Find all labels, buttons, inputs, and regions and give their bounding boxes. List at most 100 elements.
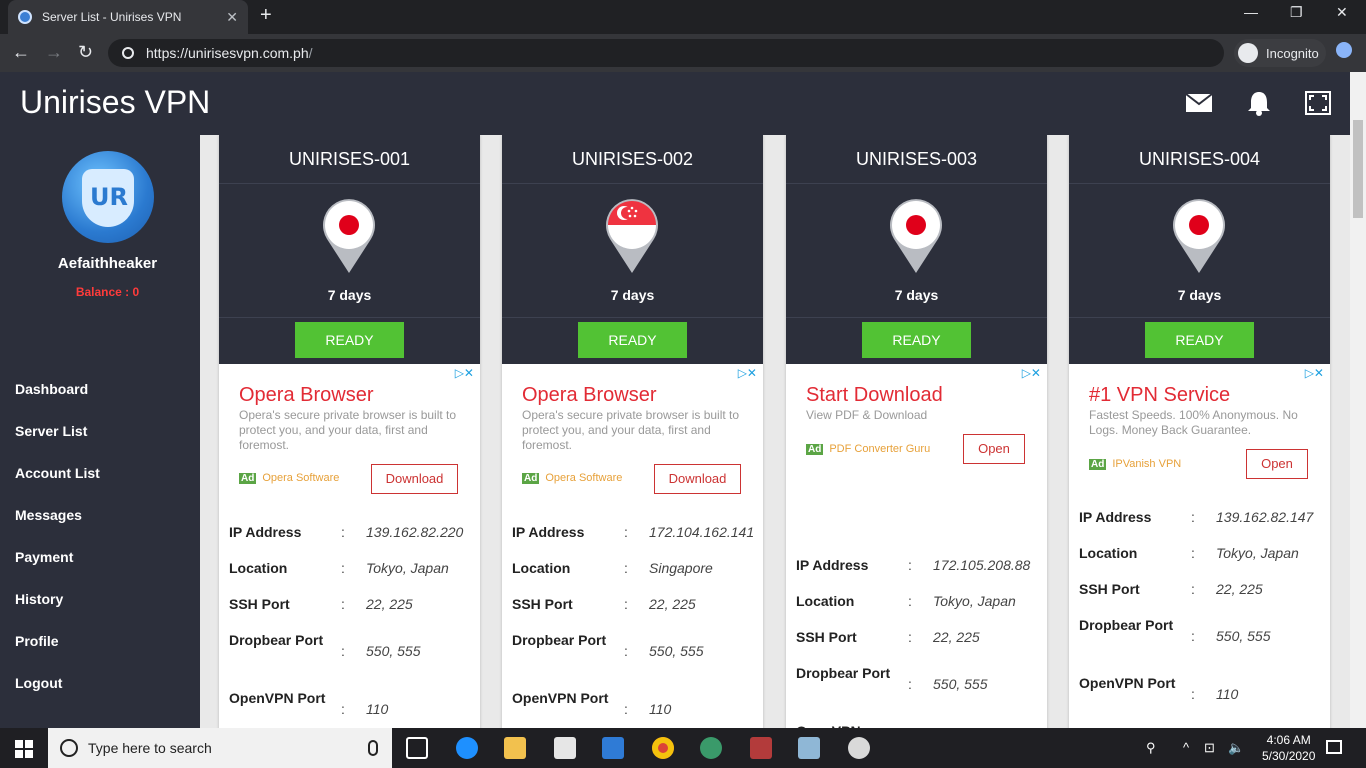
ad-title[interactable]: Opera Browser	[239, 384, 374, 407]
ad-advertiser[interactable]: Ad PDF Converter Guru	[806, 443, 930, 455]
ad-download-button[interactable]: Download	[371, 464, 458, 494]
edge-icon[interactable]	[456, 737, 478, 759]
maximize-icon[interactable]: ❐	[1290, 4, 1303, 21]
tab-close-icon[interactable]: ✕	[226, 9, 238, 26]
sidebar: UR Aefaithheaker Balance : 0 Dashboard S…	[0, 135, 200, 728]
tray-chevron-icon[interactable]: ^	[1183, 740, 1189, 755]
ad-title[interactable]: Start Download	[806, 384, 943, 407]
sidebar-item-account-list[interactable]: Account List	[15, 464, 100, 506]
fullscreen-icon[interactable]	[1304, 90, 1332, 116]
people-icon[interactable]: ⚲	[1146, 740, 1156, 756]
scrollbar-thumb[interactable]	[1353, 120, 1363, 218]
ip-value: 139.162.82.147	[1216, 509, 1314, 525]
ad-choices-icon[interactable]: ▷✕	[1022, 366, 1041, 380]
chrome-icon[interactable]	[652, 737, 674, 759]
divider	[1069, 317, 1330, 318]
location-label: Location	[512, 560, 571, 576]
mail-icon[interactable]	[1185, 90, 1213, 116]
card-header: UNIRISES-003 7 days READY	[786, 135, 1047, 364]
brand-title: Unirises VPN	[20, 84, 211, 120]
windows-start-icon[interactable]	[15, 740, 33, 758]
ip-value: 139.162.82.220	[366, 524, 464, 540]
volume-icon[interactable]: 🔈	[1228, 740, 1244, 756]
dropbear-label: Dropbear Port	[229, 632, 324, 648]
location-value: Tokyo, Japan	[1216, 545, 1299, 561]
ssh-label: SSH Port	[1079, 581, 1140, 597]
task-view-icon[interactable]	[406, 737, 428, 759]
sidebar-item-profile[interactable]: Profile	[15, 632, 100, 674]
microphone-icon[interactable]	[368, 740, 378, 756]
ssh-label: SSH Port	[512, 596, 573, 612]
ad-open-button[interactable]: Open	[963, 434, 1025, 464]
ready-button[interactable]: READY	[578, 322, 687, 358]
bell-icon[interactable]	[1245, 90, 1273, 116]
ad-download-button[interactable]: Download	[654, 464, 741, 494]
dropbear-label: Dropbear Port	[1079, 617, 1174, 633]
new-tab-icon[interactable]: +	[260, 4, 272, 27]
paint-icon[interactable]	[848, 737, 870, 759]
window-close-icon[interactable]: ✕	[1336, 4, 1348, 21]
location-label: Location	[229, 560, 288, 576]
store-icon[interactable]	[554, 737, 576, 759]
notepad-icon[interactable]	[798, 737, 820, 759]
taskbar-search[interactable]: Type here to search	[48, 728, 392, 768]
ad-block: ▷✕ Opera Browser Opera's secure private …	[502, 364, 763, 506]
balance: Balance : 0	[75, 285, 140, 299]
file-explorer-icon[interactable]	[504, 737, 526, 759]
app-icon[interactable]	[700, 737, 722, 759]
taskbar-clock[interactable]: 4:06 AM 5/30/2020	[1262, 732, 1315, 764]
location-value: Tokyo, Japan	[366, 560, 449, 576]
notification-icon[interactable]	[1326, 740, 1342, 754]
tab-title: Server List - Unirises VPN	[42, 10, 182, 24]
ready-button[interactable]: READY	[1145, 322, 1254, 358]
divider	[219, 183, 480, 184]
ready-button[interactable]: READY	[862, 322, 971, 358]
sidebar-item-server-list[interactable]: Server List	[15, 422, 100, 464]
days-remaining: 7 days	[894, 287, 939, 303]
mail-app-icon[interactable]	[602, 737, 624, 759]
openvpn-value: 110	[1216, 686, 1239, 702]
divider	[502, 317, 763, 318]
ready-button[interactable]: READY	[295, 322, 404, 358]
ad-advertiser[interactable]: Ad Opera Software	[522, 472, 622, 484]
ad-choices-icon[interactable]: ▷✕	[1305, 366, 1324, 380]
ad-choices-icon[interactable]: ▷✕	[738, 366, 757, 380]
sidebar-item-payment[interactable]: Payment	[15, 548, 100, 590]
site-info-icon[interactable]	[122, 47, 134, 59]
location-value: Singapore	[649, 560, 713, 576]
address-bar[interactable]: https://unirisesvpn.com.ph /	[108, 39, 1224, 67]
colon: :	[1191, 686, 1195, 702]
reload-icon[interactable]: ↻	[78, 42, 93, 63]
browser-tab[interactable]: Server List - Unirises VPN ✕	[8, 0, 248, 34]
ad-block: ▷✕ Opera Browser Opera's secure private …	[219, 364, 480, 506]
ssh-label: SSH Port	[229, 596, 290, 612]
incognito-badge[interactable]: Incognito	[1234, 39, 1326, 67]
ad-choices-icon[interactable]: ▷✕	[455, 366, 474, 380]
colon: :	[624, 596, 628, 612]
dropbear-label: Dropbear Port	[512, 632, 607, 648]
sidebar-item-logout[interactable]: Logout	[15, 674, 100, 716]
ad-open-button[interactable]: Open	[1246, 449, 1308, 479]
sidebar-item-history[interactable]: History	[15, 590, 100, 632]
advertiser-name: PDF Converter Guru	[829, 443, 931, 455]
network-icon[interactable]: ⊡	[1204, 740, 1215, 756]
location-label: Location	[796, 593, 855, 609]
back-icon[interactable]: ←	[12, 42, 30, 63]
ad-advertiser[interactable]: Ad Opera Software	[239, 472, 339, 484]
extension-icon[interactable]	[1336, 42, 1352, 58]
ad-advertiser[interactable]: Ad IPVanish VPN	[1089, 458, 1181, 470]
sidebar-item-dashboard[interactable]: Dashboard	[15, 380, 100, 422]
winrar-icon[interactable]	[750, 737, 772, 759]
ad-title[interactable]: Opera Browser	[522, 384, 657, 407]
forward-icon[interactable]: →	[45, 42, 63, 63]
ip-value: 172.105.208.88	[933, 557, 1031, 573]
ad-title[interactable]: #1 VPN Service	[1089, 384, 1230, 407]
server-card: UNIRISES-002 7 days READY ▷✕ Opera Brows…	[502, 135, 763, 728]
divider	[1069, 183, 1330, 184]
minimize-icon[interactable]: —	[1244, 4, 1258, 20]
sidebar-item-messages[interactable]: Messages	[15, 506, 100, 548]
page-scrollbar[interactable]	[1350, 72, 1366, 728]
japan-flag-pin-icon	[323, 199, 375, 273]
colon: :	[624, 524, 628, 540]
colon: :	[624, 701, 628, 717]
